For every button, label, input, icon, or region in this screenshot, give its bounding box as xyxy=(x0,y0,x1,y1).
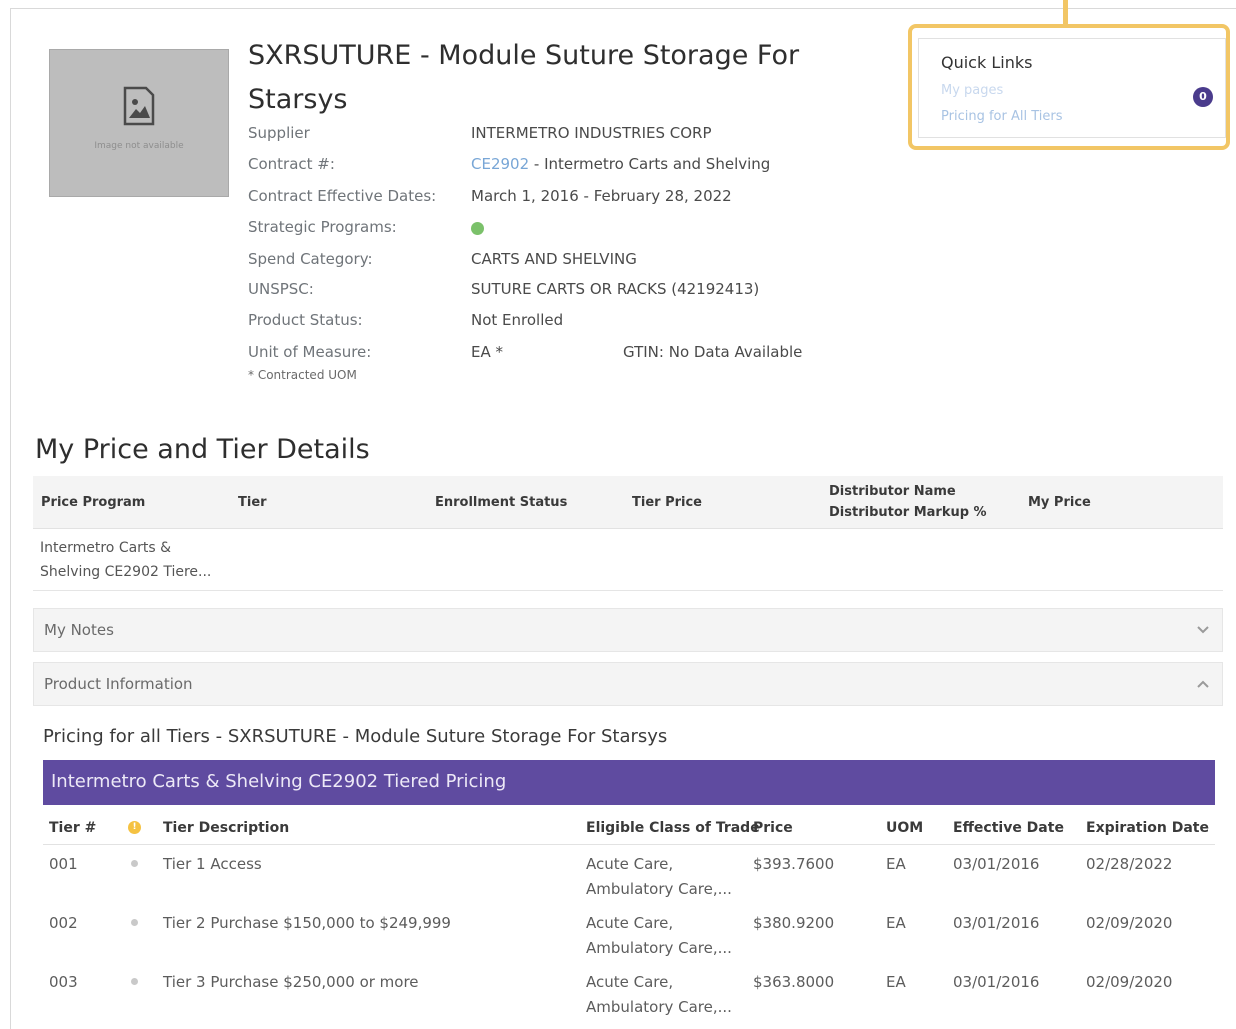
tier-marker-icon xyxy=(131,919,138,926)
class-of-trade-line: Acute Care, xyxy=(586,855,674,873)
product-image-placeholder: Image not available xyxy=(49,49,229,197)
my-notes-accordion[interactable]: My Notes xyxy=(33,608,1223,652)
quick-link-my-pages[interactable]: My pages xyxy=(941,83,1003,98)
price-tier-title: My Price and Tier Details xyxy=(35,434,370,465)
price-program-cell: Intermetro Carts & Shelving CE2902 Tiere… xyxy=(40,536,211,584)
col-expiration-date[interactable]: Expiration Date xyxy=(1086,820,1209,836)
info-value: CE2902 - Intermetro Carts and Shelving xyxy=(471,155,770,173)
info-value: Not Enrolled xyxy=(471,311,564,329)
product-title: SXRSUTURE - Module Suture Storage For St… xyxy=(248,40,800,115)
table-row: 002 Tier 2 Purchase $150,000 to $249,999… xyxy=(43,911,1215,969)
product-information-accordion[interactable]: Product Information xyxy=(33,662,1223,706)
tier-description: Tier 2 Purchase $150,000 to $249,999 xyxy=(163,914,451,932)
tier-uom: EA xyxy=(886,855,906,873)
effective-date: 03/01/2016 xyxy=(953,855,1040,873)
contract-link[interactable]: CE2902 xyxy=(471,155,529,173)
class-of-trade: Acute Care, Ambulatory Care,... xyxy=(586,911,732,961)
col-tier-description[interactable]: Tier Description xyxy=(163,820,289,836)
col-tier-price[interactable]: Tier Price xyxy=(632,492,702,513)
tier-marker-icon xyxy=(131,978,138,985)
info-value: SUTURE CARTS OR RACKS (42192413) xyxy=(471,280,760,298)
info-label: Supplier xyxy=(248,124,310,142)
tier-table-header: Tier # Tier Description Eligible Class o… xyxy=(43,818,1215,845)
my-notes-label: My Notes xyxy=(44,621,114,639)
tier-price: $393.7600 xyxy=(753,855,835,873)
col-distributor-markup[interactable]: Distributor Markup % xyxy=(829,502,987,523)
col-class-of-trade[interactable]: Eligible Class of Trade xyxy=(586,820,760,836)
col-tier-number[interactable]: Tier # xyxy=(49,820,96,836)
info-value: March 1, 2016 - February 28, 2022 xyxy=(471,187,732,205)
col-uom[interactable]: UOM xyxy=(886,820,923,836)
product-information-label: Product Information xyxy=(44,675,193,693)
info-label: Unit of Measure: xyxy=(248,343,372,361)
info-value xyxy=(471,218,484,239)
contracted-uom-note: * Contracted UOM xyxy=(248,368,357,382)
tier-number: 001 xyxy=(49,855,78,873)
tier-uom: EA xyxy=(886,973,906,991)
class-of-trade: Acute Care, Ambulatory Care,... xyxy=(586,852,732,902)
quick-link-pricing-all-tiers[interactable]: Pricing for All Tiers xyxy=(941,109,1062,124)
class-of-trade-line: Ambulatory Care,... xyxy=(586,939,732,957)
class-of-trade-line: Ambulatory Care,... xyxy=(586,998,732,1016)
price-program-line: Shelving CE2902 Tiere... xyxy=(40,564,212,580)
class-of-trade-line: Acute Care, xyxy=(586,914,674,932)
quick-links-badge: 0 xyxy=(1193,87,1213,107)
gtin-value: GTIN: No Data Available xyxy=(623,343,803,361)
info-value: CARTS AND SHELVING xyxy=(471,250,637,268)
tier-price: $363.8000 xyxy=(753,973,835,991)
info-label: Contract Effective Dates: xyxy=(248,187,437,205)
info-label: Strategic Programs: xyxy=(248,218,397,236)
tier-price: $380.9200 xyxy=(753,914,835,932)
class-of-trade: Acute Care, Ambulatory Care,... xyxy=(586,970,732,1020)
chevron-up-icon xyxy=(1197,680,1209,688)
class-of-trade-line: Ambulatory Care,... xyxy=(586,880,732,898)
col-enrollment-status[interactable]: Enrollment Status xyxy=(435,492,567,513)
expiration-date: 02/28/2022 xyxy=(1086,855,1173,873)
info-label: UNSPSC: xyxy=(248,280,314,298)
info-value: INTERMETRO INDUSTRIES CORP xyxy=(471,124,712,142)
info-label: Spend Category: xyxy=(248,250,373,268)
table-row: 003 Tier 3 Purchase $250,000 or more Acu… xyxy=(43,970,1215,1028)
tier-description: Tier 3 Purchase $250,000 or more xyxy=(163,973,419,991)
col-tier[interactable]: Tier xyxy=(238,492,267,513)
image-icon xyxy=(123,86,155,126)
table-row: 001 Tier 1 Access Acute Care, Ambulatory … xyxy=(43,852,1215,910)
highlight-marker xyxy=(1063,0,1068,24)
tier-description: Tier 1 Access xyxy=(163,855,262,873)
tiered-pricing-bar: Intermetro Carts & Shelving CE2902 Tiere… xyxy=(43,760,1215,805)
tier-uom: EA xyxy=(886,914,906,932)
effective-date: 03/01/2016 xyxy=(953,914,1040,932)
info-value: EA * xyxy=(471,343,504,361)
effective-date: 03/01/2016 xyxy=(953,973,1040,991)
image-caption: Image not available xyxy=(94,141,184,151)
tier-number: 003 xyxy=(49,973,78,991)
contract-name: - Intermetro Carts and Shelving xyxy=(529,155,771,173)
tiered-pricing-label: Intermetro Carts & Shelving CE2902 Tiere… xyxy=(51,771,507,792)
tier-number: 002 xyxy=(49,914,78,932)
price-tier-header: Price Program Tier Enrollment Status Tie… xyxy=(33,476,1223,529)
warning-icon: ! xyxy=(128,821,141,834)
col-effective-date[interactable]: Effective Date xyxy=(953,820,1064,836)
quick-links-panel: Quick Links My pages Pricing for All Tie… xyxy=(918,38,1226,138)
col-distributor-name[interactable]: Distributor Name xyxy=(829,481,956,502)
col-my-price[interactable]: My Price xyxy=(1028,492,1091,513)
price-program-line: Intermetro Carts & xyxy=(40,540,172,556)
quick-links-title: Quick Links xyxy=(941,53,1033,72)
divider xyxy=(33,590,1223,591)
info-label: Contract #: xyxy=(248,155,335,173)
strategic-program-icon[interactable] xyxy=(471,222,484,235)
col-price[interactable]: Price xyxy=(753,820,793,836)
class-of-trade-line: Acute Care, xyxy=(586,973,674,991)
quick-links-highlight: Quick Links My pages Pricing for All Tie… xyxy=(908,24,1230,150)
info-label: Product Status: xyxy=(248,311,363,329)
expiration-date: 02/09/2020 xyxy=(1086,914,1173,932)
expiration-date: 02/09/2020 xyxy=(1086,973,1173,991)
pricing-all-tiers-title: Pricing for all Tiers - SXRSUTURE - Modu… xyxy=(43,726,668,747)
col-price-program[interactable]: Price Program xyxy=(41,492,145,513)
tier-marker-icon xyxy=(131,860,138,867)
chevron-down-icon xyxy=(1197,626,1209,634)
